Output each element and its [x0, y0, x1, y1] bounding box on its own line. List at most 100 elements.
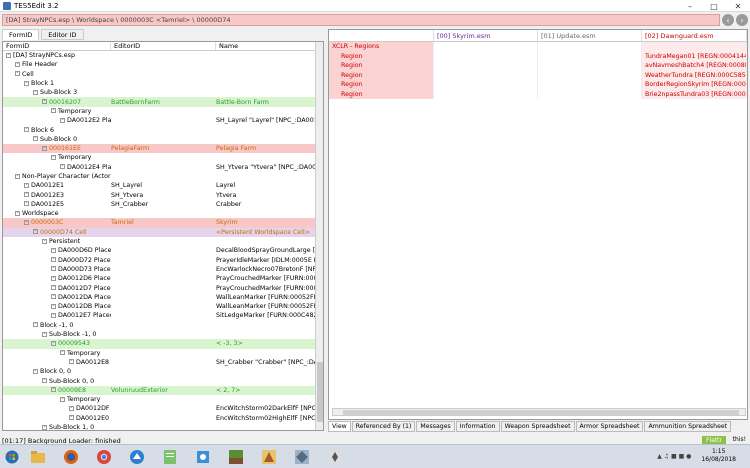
- expand-icon[interactable]: -: [33, 322, 38, 328]
- maximize-icon[interactable]: □: [702, 0, 726, 12]
- col-name[interactable]: Name: [216, 42, 316, 50]
- expand-icon[interactable]: -: [42, 238, 47, 244]
- tab-editor-id[interactable]: Editor ID: [41, 29, 84, 40]
- expand-icon[interactable]: -: [51, 285, 56, 291]
- expand-icon[interactable]: -: [51, 303, 56, 309]
- record-tree[interactable]: FormID EditorID Name - [DA] StrayNPCs.esp…: [2, 41, 324, 431]
- rv-header-skyrim[interactable]: [00] Skyrim.esm: [434, 30, 538, 41]
- expand-icon[interactable]: -: [42, 145, 47, 151]
- tree-row[interactable]: - [DA] StrayNPCs.esp: [3, 51, 323, 60]
- tree-row[interactable]: -DA0012E0 Placed NPC EncWitchStorm02HighE…: [3, 414, 323, 423]
- expand-icon[interactable]: -: [51, 247, 56, 253]
- tree-row[interactable]: - Block -1, 0: [3, 321, 323, 330]
- minimize-icon[interactable]: –: [678, 0, 702, 12]
- scrollbar-thumb[interactable]: [317, 362, 323, 422]
- expand-icon[interactable]: -: [51, 257, 56, 263]
- map-icon[interactable]: [255, 446, 283, 468]
- expand-icon[interactable]: -: [42, 99, 47, 105]
- expand-icon[interactable]: -: [15, 71, 20, 77]
- tab-referenced-by[interactable]: Referenced By (1): [351, 421, 416, 432]
- tree-row[interactable]: - Temporary: [3, 349, 323, 358]
- tab-messages[interactable]: Messages: [416, 421, 455, 432]
- record-row[interactable]: Region TundraMegan01 [REGN:00041449]: [329, 51, 747, 61]
- app-blue-icon[interactable]: [123, 446, 151, 468]
- tree-row[interactable]: -DA0012E7 Placed Object SitLedgeMarker [F…: [3, 311, 323, 320]
- tree-row[interactable]: - Sub-Block 3: [3, 88, 323, 97]
- tree-row[interactable]: - Temporary: [3, 107, 323, 116]
- expand-icon[interactable]: -: [51, 340, 56, 346]
- rv-header-dawnguard[interactable]: [02] Dawnguard.esm: [642, 30, 747, 41]
- expand-icon[interactable]: -: [51, 154, 56, 160]
- minecraft-icon[interactable]: [222, 446, 250, 468]
- expand-icon[interactable]: -: [51, 312, 56, 318]
- explorer-icon[interactable]: [24, 446, 52, 468]
- tree-row[interactable]: - Temporary: [3, 395, 323, 404]
- expand-icon[interactable]: -: [69, 359, 74, 365]
- expand-icon[interactable]: -: [69, 405, 74, 411]
- expand-icon[interactable]: -: [51, 387, 56, 393]
- tree-row[interactable]: - DA0012E5 SH_Crabber Crabber: [3, 200, 323, 209]
- expand-icon[interactable]: -: [42, 331, 47, 337]
- tree-row[interactable]: -DA0012DA Placed Object WallLeanMarker [F…: [3, 293, 323, 302]
- tree-row[interactable]: -00000D74 Cell <Persistent Worldspace Cel…: [3, 227, 323, 237]
- tree-row[interactable]: - Block 0, 0: [3, 367, 323, 376]
- tree-row[interactable]: -000161EE PelagiaFarm Pelagia Farm: [3, 143, 323, 154]
- tree-row[interactable]: - Sub-Block -1, 0: [3, 330, 323, 339]
- tree-row[interactable]: -DA000D72 Placed Object PrayerIdleMarker …: [3, 256, 323, 265]
- expand-icon[interactable]: -: [24, 80, 29, 86]
- expand-icon[interactable]: -: [60, 350, 65, 356]
- record-row[interactable]: Region BorderRegionSkyrim [REGN:000C...: [329, 80, 747, 90]
- expand-icon[interactable]: -: [24, 182, 29, 188]
- record-row[interactable]: XCLR - Regions: [329, 42, 747, 52]
- tab-formid[interactable]: FormID: [2, 29, 40, 40]
- tree-row[interactable]: - Block 1: [3, 79, 323, 88]
- tree-row[interactable]: - Worldspace: [3, 209, 323, 218]
- expand-icon[interactable]: -: [51, 266, 56, 272]
- game-icon[interactable]: [288, 446, 316, 468]
- record-row[interactable]: Region Brie2npassTundra03 [REGN:000...: [329, 89, 747, 99]
- chrome-icon[interactable]: [90, 446, 118, 468]
- tree-row[interactable]: -DA000D6D Placed Object DecalBloodSprayGr…: [3, 246, 323, 255]
- tree-row[interactable]: - DA0012E1 SH_Layrel Layrel: [3, 181, 323, 190]
- expand-icon[interactable]: -: [15, 210, 20, 216]
- tree-row[interactable]: - Sub-Block 1, 0: [3, 423, 323, 430]
- skyrim-icon[interactable]: [321, 446, 349, 468]
- hscroll-thumb[interactable]: [343, 410, 739, 415]
- tree-row[interactable]: -DA000D73 Placed NPC EncWarlockNecro07Bre…: [3, 265, 323, 274]
- expand-icon[interactable]: -: [60, 396, 65, 402]
- tree-row[interactable]: -00009543 < -3, 3>: [3, 339, 323, 349]
- tree-row[interactable]: -DA0012E2 Placed NPC SH_Layrel "Layrel" […: [3, 116, 323, 125]
- clock[interactable]: 1:15 16/08/2018: [701, 448, 736, 464]
- expand-icon[interactable]: -: [24, 192, 29, 198]
- tree-row[interactable]: -DA0012E4 Placed NPC SH_Ytvera "Ytvera" […: [3, 163, 323, 172]
- flattr-this-link[interactable]: this!: [733, 436, 746, 443]
- tree-row[interactable]: - Temporary: [3, 153, 323, 162]
- expand-icon[interactable]: -: [24, 201, 29, 207]
- tree-row[interactable]: - Sub-Block 0, 0: [3, 376, 323, 385]
- tree-row[interactable]: -DA0012D7 Placed Object PrayCrouchedMarke…: [3, 283, 323, 292]
- tree-row[interactable]: - Block 6: [3, 125, 323, 134]
- expand-icon[interactable]: -: [42, 378, 47, 384]
- record-view-hscroll[interactable]: [332, 408, 746, 416]
- expand-icon[interactable]: -: [33, 368, 38, 374]
- tree-row[interactable]: -DA0012DF Placed NPC EncWitchStorm02DarkE…: [3, 404, 323, 413]
- close-icon[interactable]: ✕: [726, 0, 750, 12]
- expand-icon[interactable]: -: [15, 173, 20, 179]
- back-icon[interactable]: ‹: [722, 14, 734, 26]
- firefox-icon[interactable]: [57, 446, 85, 468]
- tree-row[interactable]: -DA0012D6 Placed Object PrayCrouchedMarke…: [3, 274, 323, 283]
- expand-icon[interactable]: -: [33, 136, 38, 142]
- tool-icon[interactable]: [189, 446, 217, 468]
- start-button[interactable]: [0, 446, 24, 468]
- tree-row[interactable]: -DA0012E8 Placed NPC SH_Crabber "Crabber"…: [3, 358, 323, 367]
- tree-row[interactable]: -00016207 BattleBornFarm Battle-Born Farm: [3, 97, 323, 107]
- expand-icon[interactable]: -: [51, 294, 56, 300]
- tree-row[interactable]: - Cell: [3, 70, 323, 79]
- col-formid[interactable]: FormID: [3, 42, 111, 50]
- tree-row[interactable]: - Sub-Block 0: [3, 135, 323, 144]
- tree-row[interactable]: -DA0012DB Placed Object WallLeanMarker [F…: [3, 302, 323, 311]
- tab-view[interactable]: View: [328, 421, 351, 432]
- expand-icon[interactable]: -: [6, 52, 11, 58]
- expand-icon[interactable]: -: [60, 164, 65, 170]
- tab-information[interactable]: Information: [455, 421, 500, 432]
